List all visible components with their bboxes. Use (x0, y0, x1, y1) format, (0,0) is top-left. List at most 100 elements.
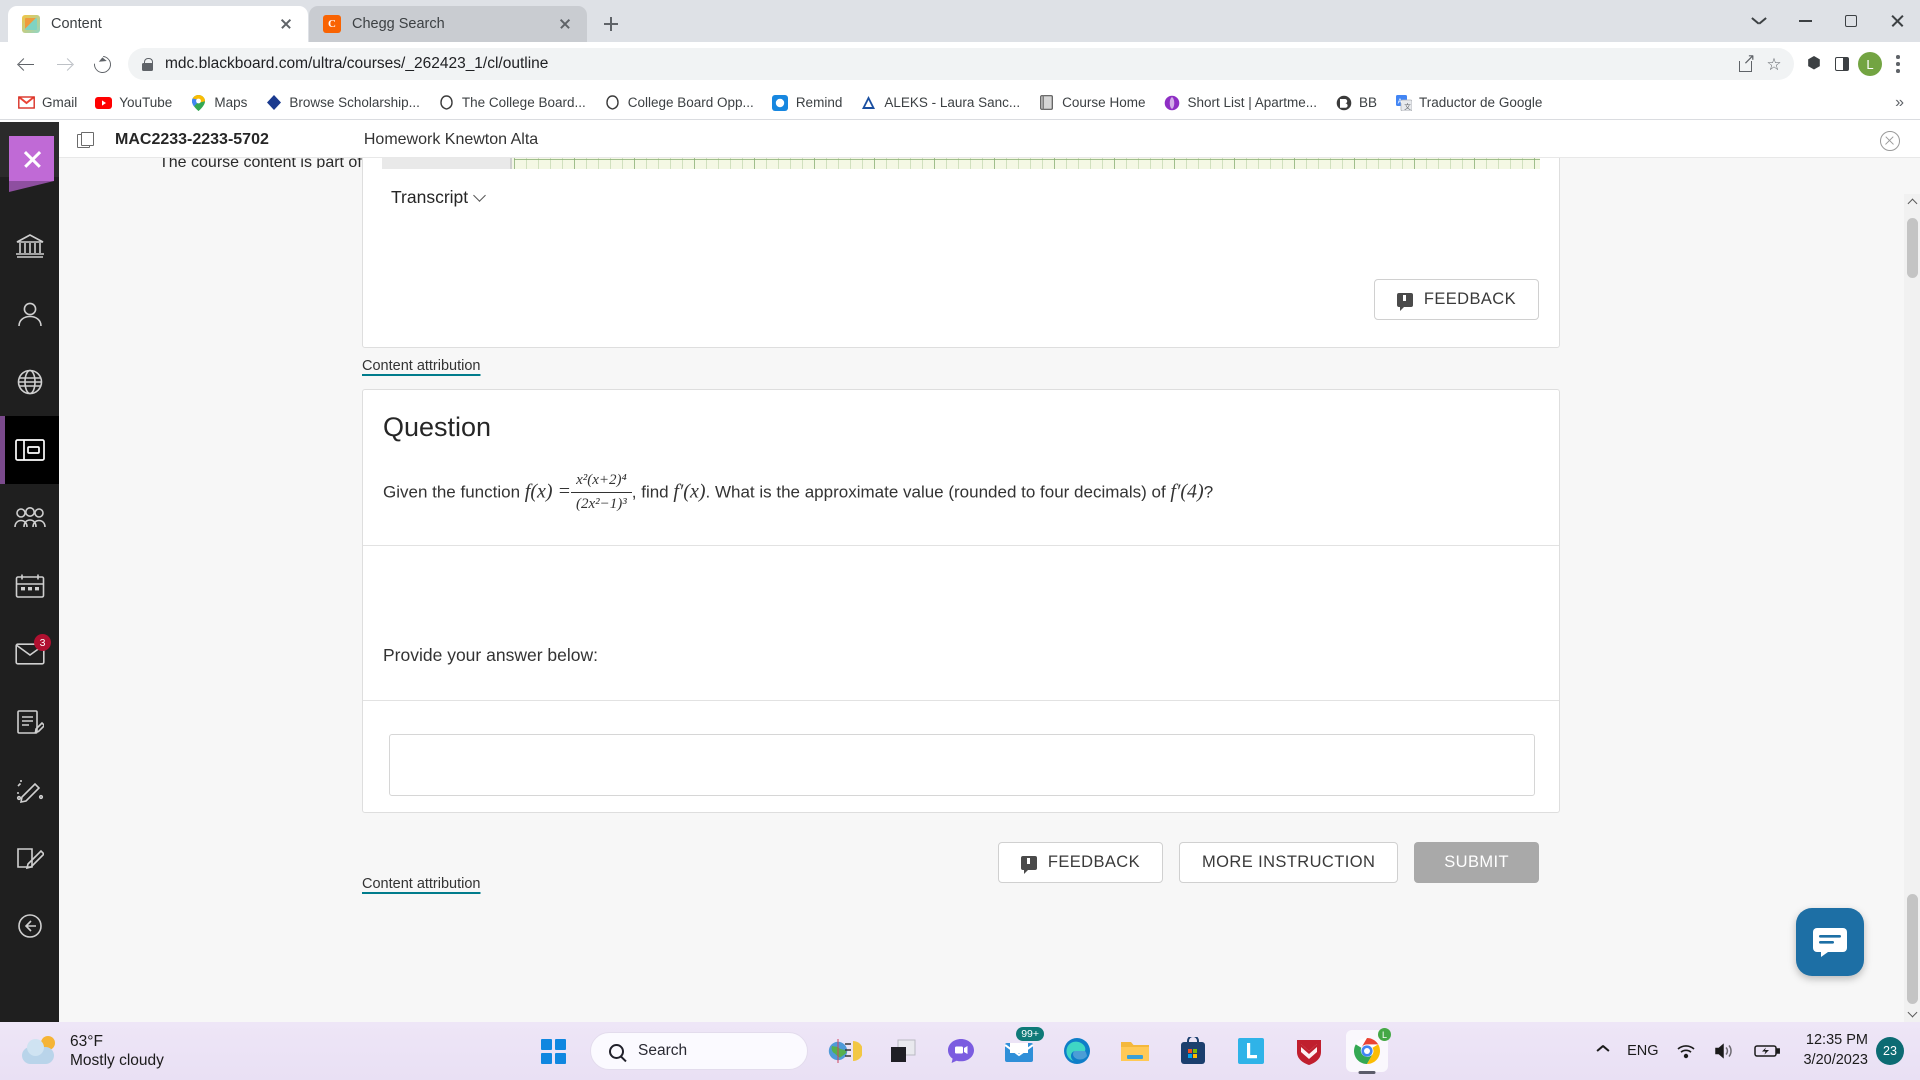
bookmark-browse-scholarship[interactable]: Browse Scholarship... (257, 90, 428, 116)
answer-input[interactable] (389, 734, 1535, 796)
close-icon[interactable] (274, 12, 298, 36)
earth-eclipse-icon[interactable] (824, 1030, 866, 1072)
sidebar-item-institution-page[interactable] (0, 212, 59, 280)
rail-header (0, 122, 59, 192)
scrollbar-thumb-top[interactable] (1907, 218, 1918, 278)
scroll-up-button[interactable] (1904, 194, 1920, 211)
new-tab-button[interactable] (596, 9, 626, 39)
lock-icon (142, 57, 153, 71)
video-feedback-label: FEEDBACK (1423, 290, 1516, 308)
tab-content[interactable]: Content (8, 6, 308, 42)
bookmarks-overflow-button[interactable]: » (1889, 94, 1910, 112)
sidebar-item-activity-stream[interactable] (0, 348, 59, 416)
sidebar-item-profile[interactable] (0, 280, 59, 348)
submit-button[interactable]: SUBMIT (1414, 842, 1539, 883)
sidebar-item-grades[interactable] (0, 688, 59, 756)
transcript-toggle[interactable]: Transcript (391, 187, 487, 208)
bookmark-star-icon[interactable]: ☆ (1760, 50, 1788, 78)
courses-icon (14, 438, 45, 462)
clock[interactable]: 12:35 PM 3/20/2023 (1789, 1031, 1876, 1070)
tab-chegg-search[interactable]: C Chegg Search (309, 6, 587, 42)
whiteboard-grid (514, 158, 1540, 169)
scrollbar-thumb[interactable] (1907, 894, 1918, 1004)
bookmark-maps[interactable]: Maps (182, 90, 255, 116)
close-course-button[interactable] (1880, 131, 1900, 151)
mail-icon[interactable]: 99+ (998, 1027, 1044, 1072)
lockdown-browser-icon[interactable] (1230, 1030, 1272, 1072)
forward-button[interactable] (46, 46, 82, 82)
minimize-button[interactable] (1782, 0, 1828, 42)
window-close-button[interactable] (1874, 0, 1920, 42)
back-button[interactable] (8, 46, 44, 82)
profile-avatar[interactable]: L (1856, 50, 1884, 78)
transcript-label: Transcript (391, 187, 469, 207)
bookmark-gmail[interactable]: Gmail (10, 90, 85, 116)
address-bar[interactable]: mdc.blackboard.com/ultra/courses/_262423… (128, 48, 1794, 80)
bookmark-college-board-opp[interactable]: College Board Opp... (596, 90, 762, 116)
extensions-puzzle-icon[interactable]: ⬢ (1800, 50, 1828, 78)
page-scrollbar[interactable] (1904, 194, 1920, 1022)
more-instruction-button[interactable]: MORE INSTRUCTION (1179, 842, 1399, 883)
bookmarks-bar: Gmail YouTube Maps Browse Scholarship... (0, 86, 1920, 120)
bookmark-traductor-de-google[interactable]: A文 Traductor de Google (1387, 90, 1550, 116)
side-panel-icon[interactable] (1828, 50, 1856, 78)
bookmark-course-home[interactable]: Course Home (1030, 90, 1153, 116)
close-icon[interactable] (553, 12, 577, 36)
search-placeholder: Search (638, 1042, 688, 1059)
taskbar-time: 12:35 PM (1805, 1032, 1868, 1049)
search-input[interactable]: Search (590, 1032, 808, 1070)
start-button[interactable] (532, 1030, 574, 1072)
microsoft-store-icon[interactable] (1172, 1030, 1214, 1072)
windows-logo-icon (540, 1038, 566, 1064)
file-explorer-icon[interactable] (1114, 1030, 1156, 1072)
video-chat-icon[interactable] (940, 1030, 982, 1072)
google-translate-icon: A文 (1395, 94, 1412, 111)
content-attribution-link-top[interactable]: Content attribution (362, 358, 481, 374)
google-chrome-icon[interactable]: L (1346, 1028, 1391, 1072)
sidebar-item-back[interactable] (0, 892, 59, 960)
language-indicator[interactable]: ENG (1618, 1030, 1667, 1072)
show-hidden-icons-button[interactable] (1588, 1030, 1618, 1072)
sidebar-item-messages[interactable]: 3 (0, 620, 59, 688)
bookmark-youtube[interactable]: YouTube (87, 90, 180, 116)
notification-badge[interactable]: 23 (1876, 1037, 1904, 1065)
bookmark-short-list-apartments[interactable]: Short List | Apartme... (1155, 90, 1325, 116)
wifi-icon[interactable] (1667, 1030, 1705, 1072)
task-view-icon[interactable] (882, 1030, 924, 1072)
function-fraction: x²(x+2)⁴ (2x²−1)³ (571, 469, 632, 515)
chat-bubble-button[interactable] (1796, 908, 1864, 976)
question-card: Question Given the function f(x) = x²(x+… (362, 389, 1560, 883)
partly-cloudy-icon (22, 1036, 58, 1066)
video-player[interactable]: ωχ N ln(Mᵏ) = k ln M YouTube (382, 158, 1540, 169)
derivative-notation: f′(x) (673, 480, 706, 503)
volume-icon[interactable] (1705, 1030, 1745, 1072)
content-attribution-link-bottom[interactable]: Content attribution (362, 876, 481, 892)
chrome-menu-icon[interactable] (1884, 50, 1912, 78)
close-panel-button[interactable] (9, 136, 54, 192)
omnibox-row: mdc.blackboard.com/ultra/courses/_262423… (0, 42, 1920, 86)
sidebar-item-tools[interactable] (0, 756, 59, 824)
bookmark-bb[interactable]: BB (1327, 90, 1385, 116)
window-controls (1736, 0, 1920, 42)
bookmark-aleks[interactable]: ALEKS - Laura Sanc... (852, 90, 1028, 116)
bookmark-remind[interactable]: Remind (764, 90, 851, 116)
question-feedback-button[interactable]: FEEDBACK (997, 842, 1164, 883)
sidebar-item-organizations[interactable] (0, 484, 59, 552)
weather-widget[interactable]: 63°F Mostly cloudy (22, 1032, 164, 1071)
sidebar-item-sign-out[interactable] (0, 824, 59, 892)
microsoft-edge-icon[interactable] (1056, 1030, 1098, 1072)
page-title: Question (383, 412, 492, 442)
share-icon[interactable] (1732, 50, 1760, 78)
mcafee-icon[interactable] (1288, 1030, 1330, 1072)
bookmark-the-college-board[interactable]: The College Board... (430, 90, 594, 116)
reload-button[interactable] (84, 46, 120, 82)
sidebar-item-calendar[interactable] (0, 552, 59, 620)
battery-icon[interactable] (1745, 1030, 1789, 1072)
maximize-button[interactable] (1828, 0, 1874, 42)
taskbar-center: Search 99+ L (532, 1027, 1391, 1072)
scroll-down-button[interactable] (1904, 1005, 1920, 1022)
chevron-down-icon[interactable] (1736, 0, 1782, 42)
sidebar-item-courses[interactable] (0, 416, 59, 484)
copy-icon (77, 131, 94, 148)
video-feedback-button[interactable]: FEEDBACK (1373, 279, 1539, 320)
